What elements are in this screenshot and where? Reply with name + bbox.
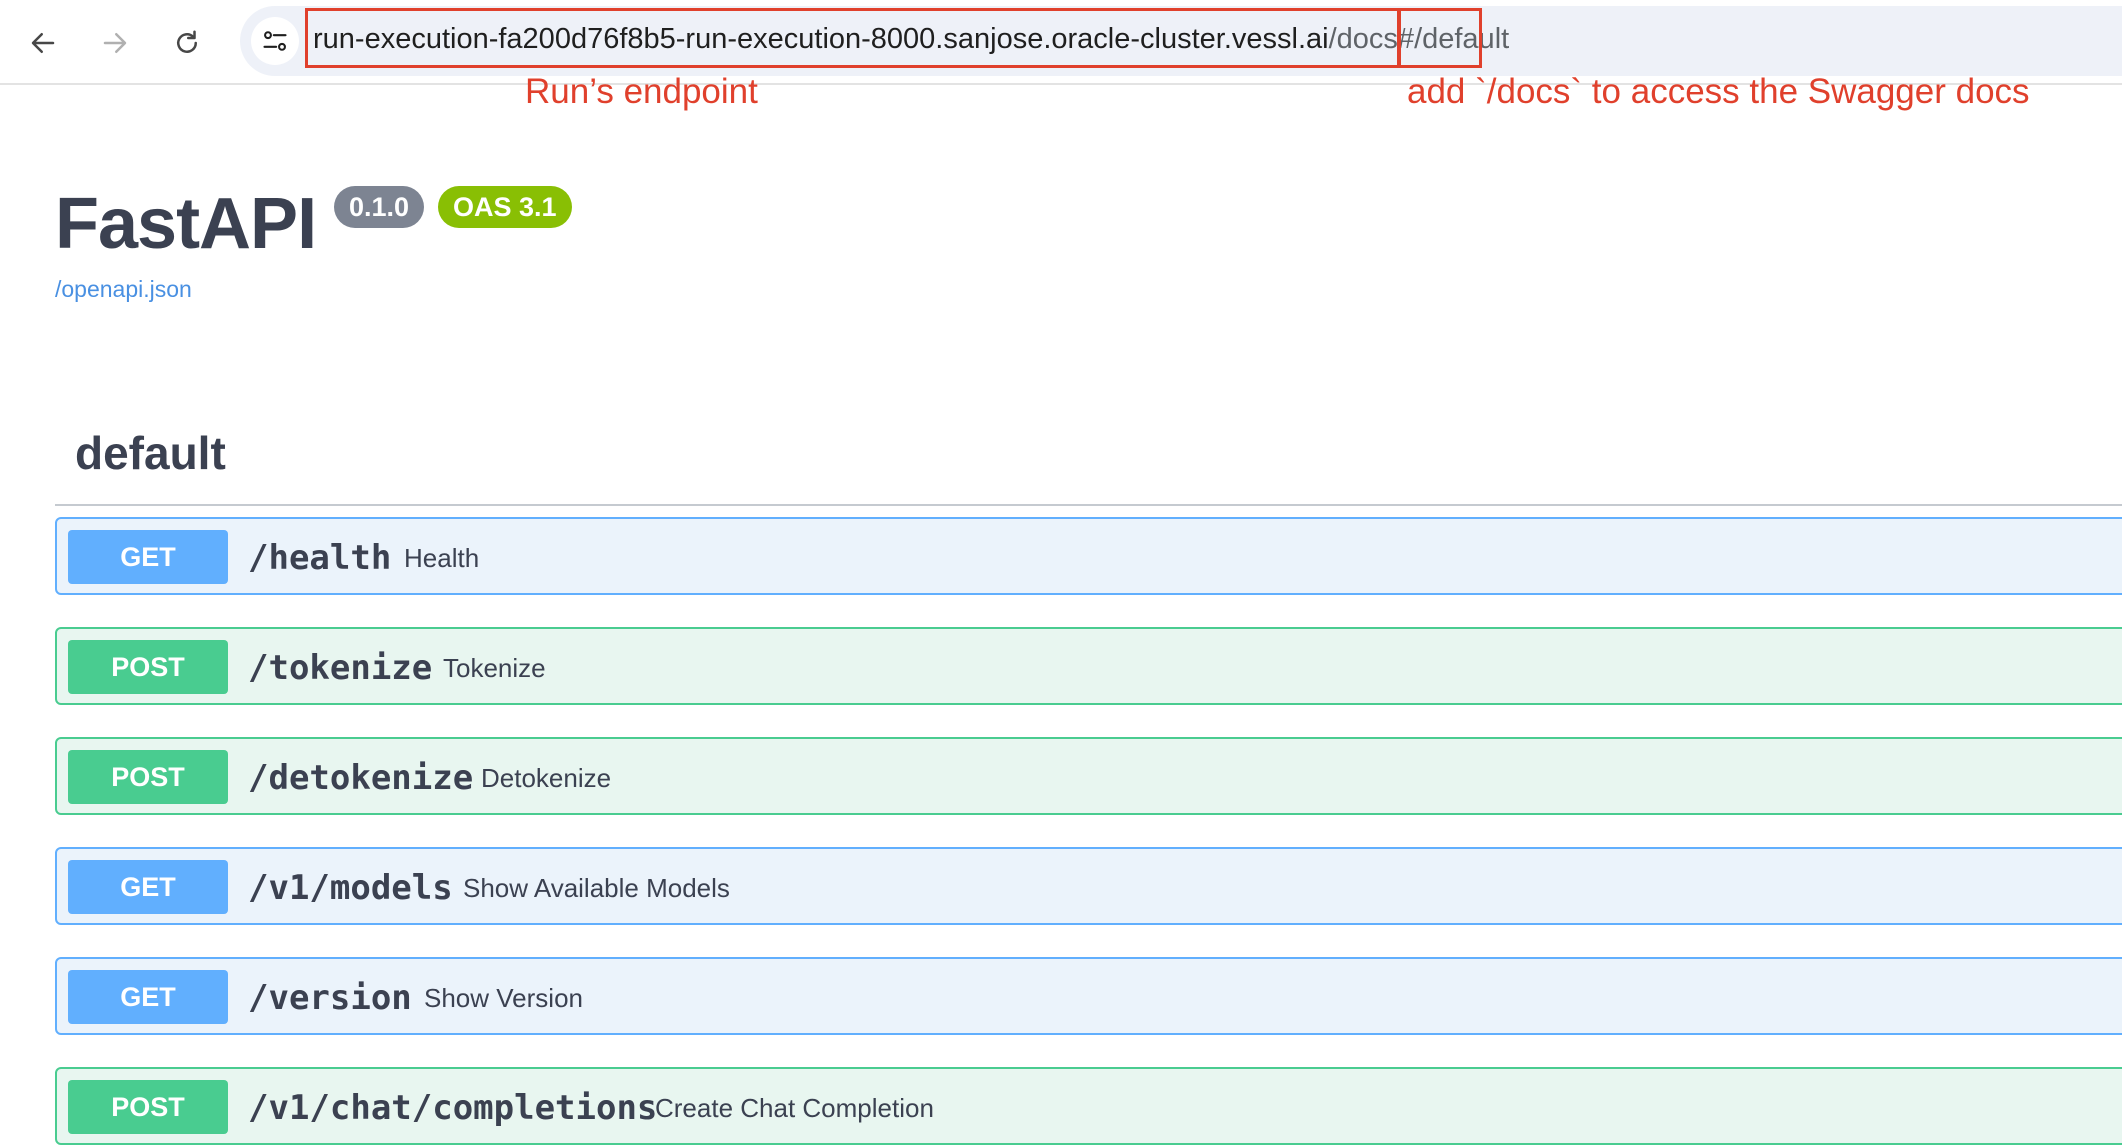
method-badge: GET: [68, 970, 228, 1024]
tag-section-title[interactable]: default: [75, 426, 226, 480]
back-arrow-icon: [31, 33, 55, 53]
openapi-json-link[interactable]: /openapi.json: [55, 276, 192, 303]
site-settings-icon: [263, 31, 287, 51]
docs-annotation: add `/docs` to access the Swagger docs: [1407, 72, 2030, 111]
operation-path: /detokenize: [248, 758, 474, 798]
version-badge: 0.1.0: [334, 186, 425, 228]
method-badge: POST: [68, 750, 228, 804]
forward-arrow-icon: [103, 33, 127, 53]
oas-badge: OAS 3.1: [438, 186, 572, 228]
operation-summary: Detokenize: [481, 763, 612, 793]
operation-path: /tokenize: [248, 648, 433, 688]
operation-path: /v1/chat/completions: [248, 1088, 658, 1128]
reload-icon: [177, 30, 197, 53]
operation-get-v1-models[interactable]: GET /v1/models Show Available Models: [55, 847, 2122, 925]
method-badge: POST: [68, 640, 228, 694]
endpoint-annotation: Run’s endpoint: [525, 72, 758, 111]
operation-summary: Create Chat Completion: [655, 1093, 934, 1123]
operation-get-health[interactable]: GET /health Health: [55, 517, 2122, 595]
operation-summary: Tokenize: [443, 653, 546, 683]
method-badge: POST: [68, 1080, 228, 1134]
operation-summary: Health: [404, 543, 480, 573]
operation-path: /version: [248, 978, 412, 1018]
site-settings-button[interactable]: [251, 17, 299, 65]
operation-get-version[interactable]: GET /version Show Version: [55, 957, 2122, 1035]
operation-post-v1-chat-completions[interactable]: POST /v1/chat/completions Create Chat Co…: [55, 1067, 2122, 1145]
operation-path: /v1/models: [248, 868, 453, 908]
reload-button[interactable]: [158, 14, 216, 72]
back-button[interactable]: [14, 14, 72, 72]
docs-highlight-box: [1398, 8, 1482, 68]
operation-summary: Show Version: [424, 983, 583, 1013]
method-badge: GET: [68, 860, 228, 914]
operation-post-tokenize[interactable]: POST /tokenize Tokenize: [55, 627, 2122, 705]
section-divider: [55, 504, 2122, 506]
api-title: FastAPI: [55, 184, 317, 264]
method-badge: GET: [68, 530, 228, 584]
operation-post-detokenize[interactable]: POST /detokenize Detokenize: [55, 737, 2122, 815]
endpoint-highlight-box: [305, 8, 1400, 68]
operation-summary: Show Available Models: [463, 873, 730, 903]
operation-path: /health: [248, 538, 392, 578]
forward-button[interactable]: [86, 14, 144, 72]
